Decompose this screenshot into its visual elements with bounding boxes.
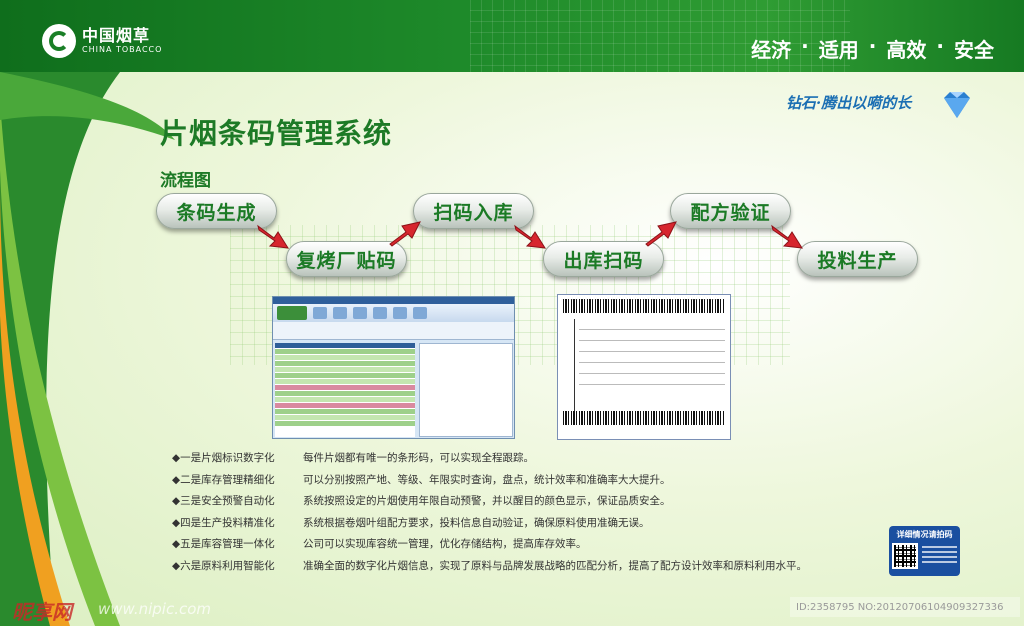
feature-description: 公司可以实现库容统一管理，优化存储结构，提高库存效率。 (303, 538, 587, 551)
feature-description: 每件片烟都有唯一的条形码，可以实现全程跟踪。 (303, 452, 534, 465)
feature-description: 系统按照设定的片烟使用年限自动预警，并以醒目的颜色显示，保证品质安全。 (303, 495, 671, 508)
flow-arrow-up-icon (645, 221, 677, 247)
feature-item: ◆四是生产投料精准化 系统根据卷烟叶组配方要求，投料信息自动验证，确保原料使用准… (172, 512, 807, 534)
qr-label: 详细情况请拍码 (896, 530, 953, 539)
feature-item: ◆五是库容管理一体化 公司可以实现库容统一管理，优化存储结构，提高库存效率。 (172, 533, 807, 555)
watermark-site-name: 昵享网 (12, 600, 72, 624)
watermark-url: www.nipic.com (98, 600, 212, 618)
slogan-separator: · (801, 34, 809, 58)
flow-arrow-down-icon (257, 224, 289, 249)
slogan-word: 安全 (954, 38, 994, 62)
feature-heading: ◆五是库容管理一体化 (172, 538, 275, 551)
feature-list: ◆一是片烟标识数字化 每件片烟都有唯一的条形码，可以实现全程跟踪。 ◆二是库存管… (172, 447, 807, 576)
barcode-icon (563, 299, 725, 313)
qr-code-card[interactable]: 详细情况请拍码 (889, 526, 960, 576)
flow-arrow-down-icon (514, 224, 546, 249)
diamond-brand-slogan: 钻石·腾出以嗬的长 (786, 94, 912, 112)
feature-heading: ◆四是生产投料精准化 (172, 516, 275, 529)
barcode-label-image (557, 294, 731, 440)
feature-item: ◆二是库存管理精细化 可以分别按照产地、等级、年限实时查询，盘点，统计效率和准确… (172, 469, 807, 491)
feature-item: ◆三是安全预警自动化 系统按照设定的片烟使用年限自动预警，并以醒目的颜色显示，保… (172, 490, 807, 512)
slogan-separator: · (936, 34, 944, 58)
feature-heading: ◆六是原料利用智能化 (172, 559, 275, 572)
software-screenshot-image (272, 296, 515, 439)
watermark-image-id: ID:2358795 NO:20120706104909327336 (790, 597, 1020, 617)
flow-arrow-down-icon (771, 224, 803, 249)
flow-heading: 流程图 (160, 171, 211, 191)
feature-item: ◆一是片烟标识数字化 每件片烟都有唯一的条形码，可以实现全程跟踪。 (172, 447, 807, 469)
barcode-icon (563, 411, 725, 425)
feature-heading: ◆三是安全预警自动化 (172, 495, 275, 508)
flow-step-production-feed: 投料生产 (797, 241, 918, 277)
qr-code-icon (892, 543, 918, 569)
slogan-word: 高效 (886, 38, 927, 62)
slogan-word: 适用 (818, 38, 859, 62)
feature-item: ◆六是原料利用智能化 准确全面的数字化片烟信息，实现了原料与品牌发展战略的匹配分… (172, 555, 807, 577)
slogan-separator: · (868, 34, 877, 58)
feature-heading: ◆二是库存管理精细化 (172, 473, 275, 486)
diamond-icon (944, 92, 970, 118)
feature-heading: ◆一是片烟标识数字化 (172, 452, 275, 465)
feature-description: 准确全面的数字化片烟信息，实现了原料与品牌发展战略的匹配分析，提高了配方设计效率… (303, 559, 807, 572)
green-swoosh-decoration (0, 72, 175, 626)
feature-description: 可以分别按照产地、等级、年限实时查询，盘点，统计效率和准确率大大提升。 (303, 473, 671, 486)
feature-description: 系统根据卷烟叶组配方要求，投料信息自动验证，确保原料使用准确无误。 (303, 516, 650, 529)
slogan-word: 经济 (751, 38, 792, 62)
flow-arrow-up-icon (389, 221, 421, 247)
header-slogan: 经济 · 适用 · 高效 · 安全 (751, 34, 994, 63)
page-title: 片烟条码管理系统 (160, 117, 393, 150)
